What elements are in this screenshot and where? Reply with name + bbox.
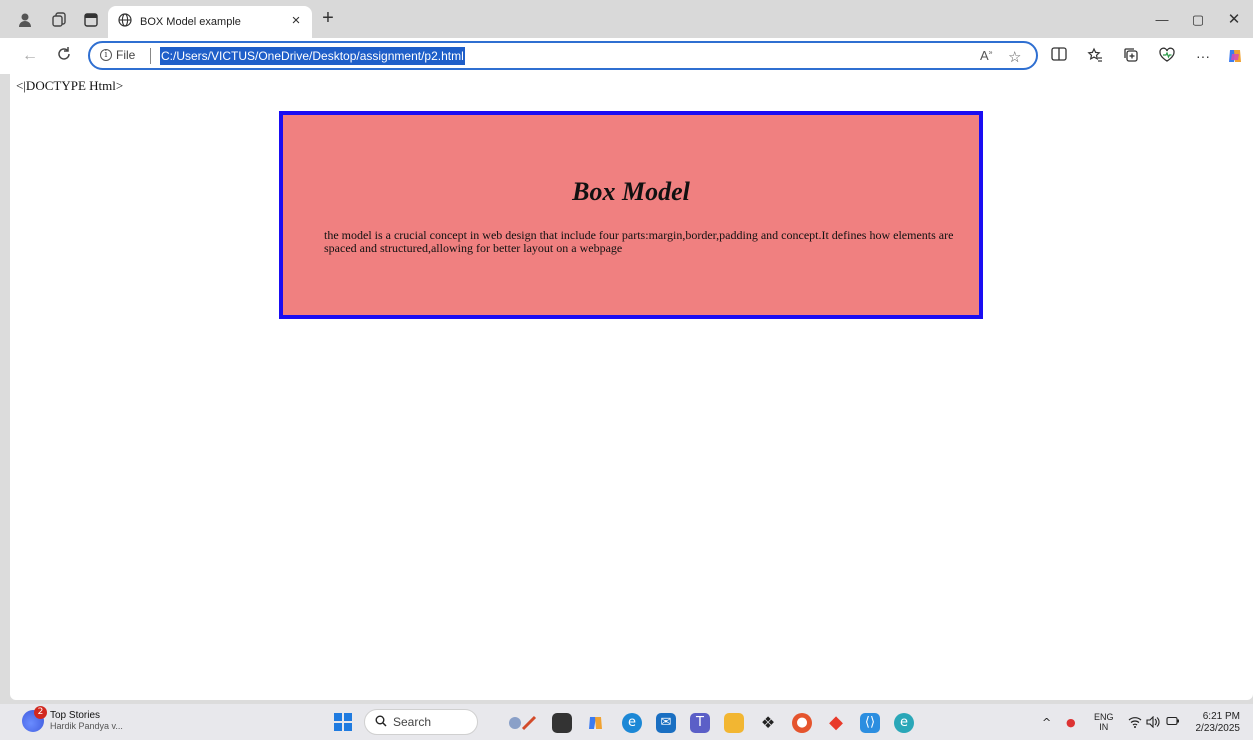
news-widget[interactable]: 2 Top Stories Hardik Pandya v... bbox=[22, 706, 123, 732]
workspaces-icon[interactable] bbox=[50, 11, 68, 29]
active-tab[interactable]: BOX Model example × bbox=[108, 6, 312, 38]
language-indicator[interactable]: ENG IN bbox=[1094, 712, 1114, 732]
box-heading: Box Model bbox=[572, 177, 690, 206]
news-title: Top Stories bbox=[50, 710, 101, 721]
news-badge: 2 bbox=[34, 706, 47, 719]
dropbox-icon[interactable]: ❖ bbox=[758, 713, 778, 733]
taskbar-search[interactable]: Search bbox=[364, 709, 478, 735]
wifi-icon[interactable] bbox=[1128, 716, 1142, 731]
clock-date: 2/23/2025 bbox=[1195, 723, 1241, 734]
edge-active-icon[interactable]: e bbox=[894, 713, 914, 733]
windows-taskbar: 2 Top Stories Hardik Pandya v... Search … bbox=[0, 704, 1253, 740]
battery-icon[interactable] bbox=[1166, 716, 1180, 729]
address-separator bbox=[150, 48, 151, 64]
address-bar[interactable]: i File C:/Users/VICTUS/OneDrive/Desktop/… bbox=[88, 41, 1038, 70]
news-subtitle: Hardik Pandya v... bbox=[50, 721, 123, 731]
collections-icon[interactable] bbox=[1122, 47, 1140, 65]
diamond-app-icon[interactable]: ◆ bbox=[826, 713, 846, 733]
refresh-button[interactable] bbox=[54, 46, 74, 66]
browser-essentials-icon[interactable] bbox=[1158, 47, 1176, 65]
tab-title: BOX Model example bbox=[140, 16, 241, 28]
language-line2: IN bbox=[1099, 722, 1109, 732]
widgets-icon[interactable] bbox=[502, 713, 542, 733]
favorites-icon[interactable] bbox=[1086, 47, 1104, 65]
search-label: Search bbox=[393, 715, 432, 729]
system-clock[interactable]: 6:21 PM 2/23/2025 bbox=[1184, 711, 1241, 735]
language-line1: ENG bbox=[1094, 712, 1114, 722]
info-icon: i bbox=[100, 49, 112, 61]
close-window-button[interactable]: ✕ bbox=[1224, 10, 1244, 30]
copilot-app-icon[interactable] bbox=[586, 713, 606, 733]
teams-icon[interactable]: T bbox=[690, 713, 710, 733]
volume-icon[interactable] bbox=[1146, 715, 1160, 731]
site-info-button[interactable]: i File bbox=[100, 48, 135, 62]
new-tab-button[interactable]: + bbox=[318, 8, 338, 28]
edge-icon[interactable]: e bbox=[622, 713, 642, 733]
start-button[interactable] bbox=[334, 713, 352, 731]
task-view-icon[interactable] bbox=[552, 713, 572, 733]
browser-toolbar: ← i File C:/Users/VICTUS/OneDrive/Deskto… bbox=[0, 38, 1253, 74]
vscode-icon[interactable]: ⟨⟩ bbox=[860, 713, 880, 733]
box-model-container: Box Model the model is a crucial concept… bbox=[279, 111, 983, 319]
chrome-icon[interactable]: ● bbox=[792, 713, 812, 733]
search-icon bbox=[375, 715, 387, 730]
minimize-button[interactable]: — bbox=[1152, 10, 1172, 30]
more-menu-icon[interactable]: ··· bbox=[1194, 47, 1212, 65]
file-explorer-icon[interactable] bbox=[724, 713, 744, 733]
favorite-star-icon[interactable]: ☆ bbox=[1008, 48, 1021, 66]
scheme-label: File bbox=[116, 48, 136, 62]
box-paragraph: the model is a crucial concept in web de… bbox=[324, 228, 954, 255]
mail-icon[interactable]: ✉ bbox=[656, 713, 676, 733]
read-aloud-icon[interactable]: A» bbox=[980, 48, 993, 63]
doctype-text: <|DOCTYPE Html> bbox=[16, 78, 124, 93]
security-tray-icon[interactable]: ● bbox=[1066, 716, 1076, 729]
back-button[interactable]: ← bbox=[20, 46, 40, 66]
news-icon: 2 bbox=[22, 706, 47, 732]
profile-icon[interactable] bbox=[16, 11, 34, 29]
copilot-icon[interactable] bbox=[1226, 47, 1244, 65]
tab-strip: BOX Model example × + — ▢ ✕ bbox=[0, 0, 1253, 38]
clock-time: 6:21 PM bbox=[1202, 711, 1240, 722]
show-hidden-icons[interactable]: ^ bbox=[1042, 716, 1051, 729]
split-screen-icon[interactable] bbox=[1050, 47, 1068, 65]
page-viewport: <|DOCTYPE Html> Box Model the model is a… bbox=[10, 74, 1253, 700]
globe-icon bbox=[118, 12, 132, 32]
tab-actions-icon[interactable] bbox=[82, 11, 100, 29]
close-tab-icon[interactable]: × bbox=[288, 13, 304, 29]
url-text[interactable]: C:/Users/VICTUS/OneDrive/Desktop/assignm… bbox=[160, 47, 465, 65]
restore-button[interactable]: ▢ bbox=[1188, 10, 1208, 30]
